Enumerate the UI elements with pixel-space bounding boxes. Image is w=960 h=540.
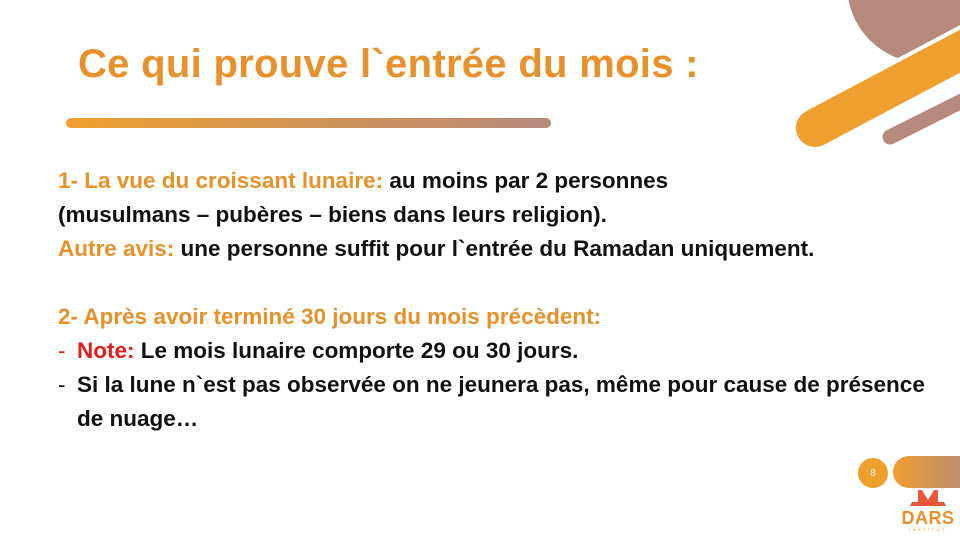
title-underline <box>66 118 551 128</box>
bullet-note: - Note: Le mois lunaire comporte 29 ou 3… <box>58 334 938 368</box>
point-1-text-b: (musulmans – pubères – biens dans leurs … <box>58 202 607 227</box>
point-1: 1- La vue du croissant lunaire: au moins… <box>58 164 938 198</box>
slide-title: Ce qui prouve l`entrée du mois : <box>78 42 699 86</box>
bullet-dash: - <box>58 338 66 363</box>
note-text: Le mois lunaire comporte 29 ou 30 jours. <box>134 338 579 363</box>
bullet-moon: - Si la lune n`est pas observée on ne je… <box>58 368 938 436</box>
moon-text: Si la lune n`est pas observée on ne jeun… <box>77 372 925 431</box>
page-number: 8 <box>858 458 888 488</box>
point-1-heading: 1- La vue du croissant lunaire: <box>58 168 384 193</box>
dars-logo: DARS INSTITUT <box>898 488 958 540</box>
other-opinion: Autre avis: une personne suffit pour l`e… <box>58 232 938 266</box>
other-opinion-text: une personne suffit pour l`entrée du Ram… <box>174 236 815 261</box>
logo-word: DARS <box>901 508 955 528</box>
point-1-text-a: au moins par 2 personnes <box>383 168 669 193</box>
slide-body: 1- La vue du croissant lunaire: au moins… <box>58 164 938 436</box>
logo-mark-icon <box>910 490 946 506</box>
note-label: Note: <box>77 338 135 363</box>
bullet-dash: - <box>58 372 66 397</box>
page-bar-decoration <box>893 456 960 488</box>
point-2-heading: 2- Après avoir terminé 30 jours du mois … <box>58 304 602 329</box>
other-opinion-label: Autre avis: <box>58 236 175 261</box>
